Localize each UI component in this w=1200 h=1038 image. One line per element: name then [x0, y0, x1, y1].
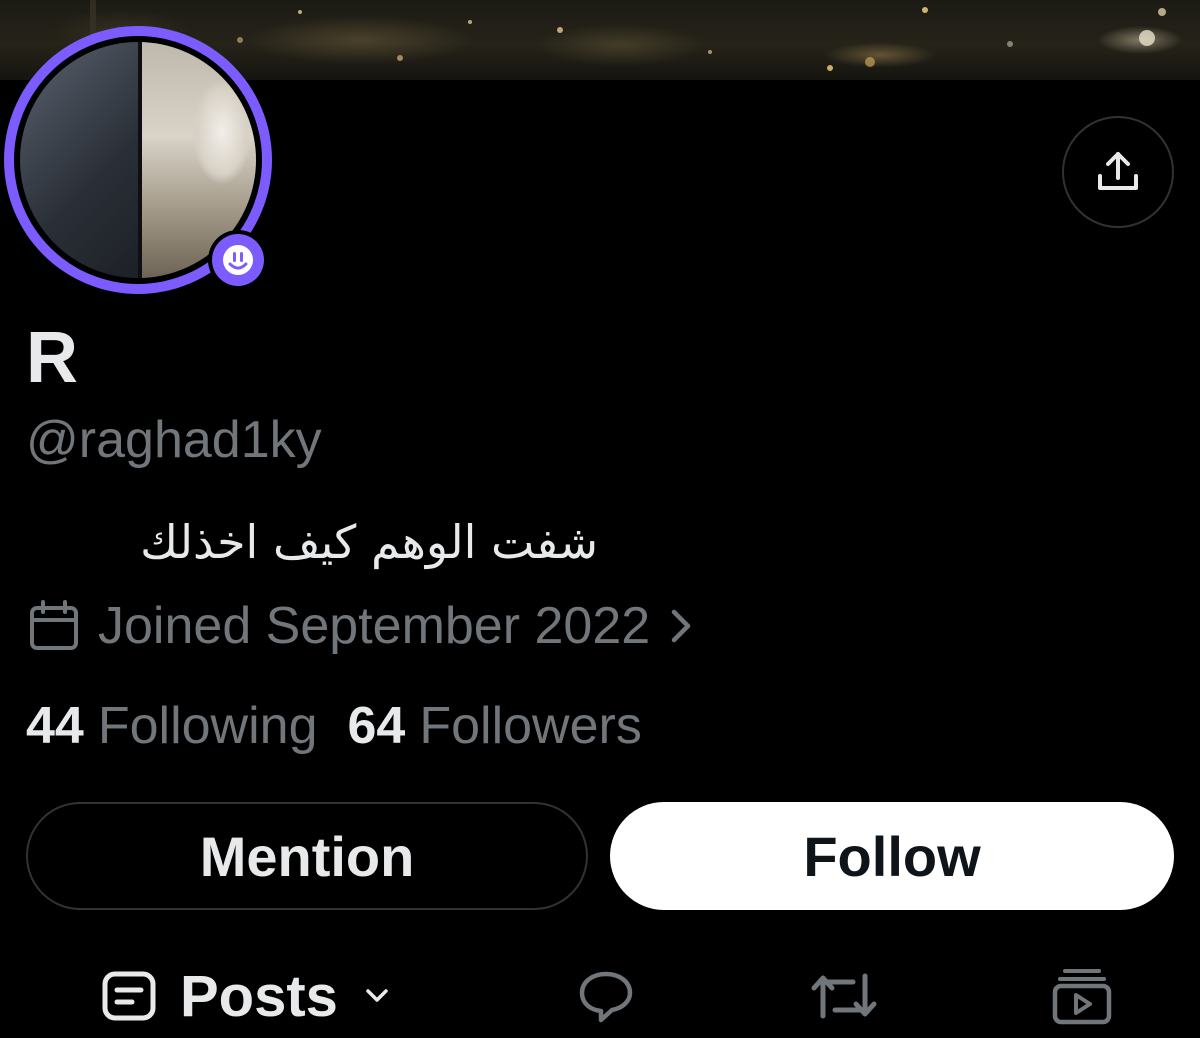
share-upload-icon	[1098, 152, 1138, 190]
spaces-badge-icon	[212, 234, 264, 286]
calendar-icon	[30, 600, 78, 650]
followers-label: Followers	[419, 697, 642, 755]
joined-date-text: Joined September 2022	[98, 597, 651, 655]
chevron-down-icon	[366, 989, 388, 1002]
repost-icon	[811, 973, 877, 1019]
following-label: Following	[97, 697, 318, 755]
tab-reposts[interactable]	[808, 960, 880, 1032]
mention-button[interactable]: Mention	[26, 802, 588, 910]
profile-tabs: Posts	[0, 950, 1200, 1038]
tab-posts-label: Posts	[180, 963, 338, 1029]
follow-button[interactable]: Follow	[610, 802, 1174, 910]
avatar-badge	[208, 230, 268, 290]
display-name: R	[26, 318, 78, 398]
tab-replies[interactable]	[574, 960, 638, 1032]
reply-bubble-icon	[579, 971, 633, 1023]
following-link[interactable]: 44 Following	[26, 696, 318, 756]
profile-screen: R @raghad1ky شفت الوهم كيف اخذلك Joined …	[0, 0, 1200, 1038]
share-button[interactable]	[1062, 116, 1174, 228]
tab-media[interactable]	[1050, 960, 1114, 1032]
followers-link[interactable]: 64 Followers	[348, 696, 642, 756]
tab-posts[interactable]: Posts	[100, 960, 394, 1032]
joined-date-row[interactable]: Joined September 2022	[26, 594, 696, 658]
posts-icon	[102, 971, 156, 1021]
media-play-icon	[1052, 969, 1112, 1025]
follow-stats: 44 Following 64 Followers	[26, 694, 642, 758]
profile-bio: شفت الوهم كيف اخذلك	[140, 515, 598, 569]
followers-count: 64	[347, 697, 406, 755]
following-count: 44	[26, 697, 84, 755]
chevron-right-icon	[671, 609, 691, 643]
profile-handle: @raghad1ky	[26, 411, 322, 469]
